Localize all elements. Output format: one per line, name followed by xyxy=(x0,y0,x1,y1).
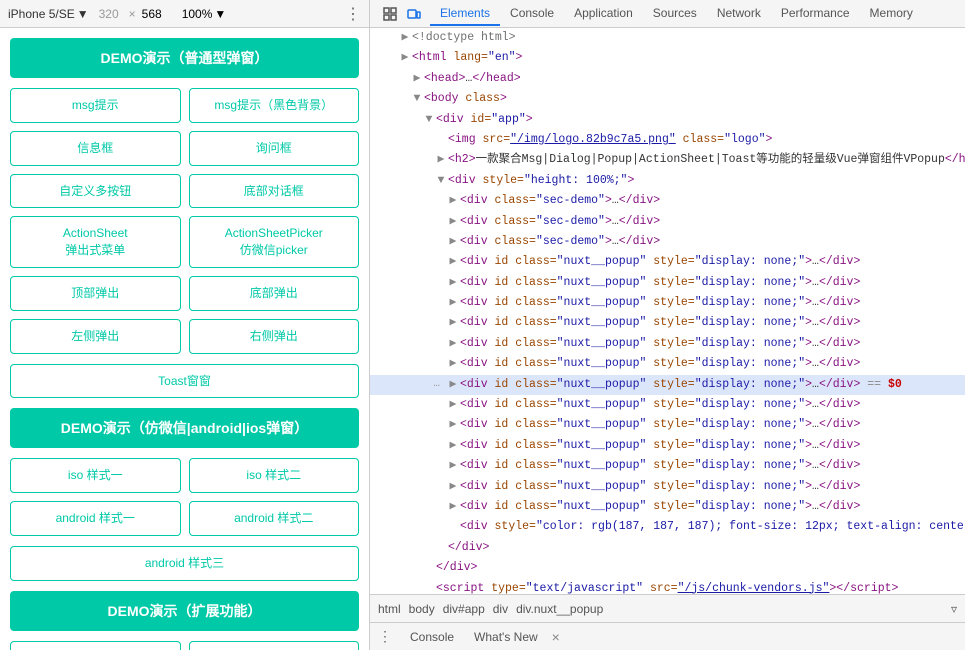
devtools-tab-bar: Elements Console Application Sources Net… xyxy=(370,0,965,28)
breadcrumb-div[interactable]: div xyxy=(493,602,508,616)
bottom-tab-whatsnew[interactable]: What's New xyxy=(468,628,544,646)
html-line-popup6: ▶ <div id class="nuxt__popup" style="dis… xyxy=(370,354,965,374)
btn-android-1[interactable]: android 样式一 xyxy=(10,501,181,536)
html-line-body: ▼ <body class> xyxy=(370,89,965,109)
html-line-popup2: ▶ <div id class="nuxt__popup" style="dis… xyxy=(370,273,965,293)
normal-buttons-grid: msg提示 msg提示（黑色背景） 信息框 询问框 自定义多按钮 底部对话框 A… xyxy=(10,88,359,354)
more-options-icon[interactable]: ⋮ xyxy=(345,4,361,24)
html-line-close-div2: ▶ </div> xyxy=(370,558,965,578)
devtools-bottom-bar: ⋮ Console What's New × xyxy=(370,622,965,650)
device-selector[interactable]: iPhone 5/SE ▼ xyxy=(8,7,89,21)
btn-info[interactable]: 信息框 xyxy=(10,131,181,166)
html-line-script1: ▶ <script type="text/javascript" src="/j… xyxy=(370,579,965,594)
html-line-popup-active[interactable]: … ▶ <div id class="nuxt__popup" style="d… xyxy=(370,375,965,395)
html-line-div-style: ▼ <div style="height: 100%;"> xyxy=(370,171,965,191)
simulator-toolbar: iPhone 5/SE ▼ 320 × 568 100% ▼ ⋮ xyxy=(0,0,369,28)
section-title-wechat: DEMO演示（仿微信|android|ios弹窗） xyxy=(10,408,359,448)
btn-msg-black[interactable]: msg提示（黑色背景） xyxy=(189,88,360,123)
html-line-popup12: ▶ <div id class="nuxt__popup" style="dis… xyxy=(370,497,965,517)
btn-custom-multi[interactable]: 自定义多按钮 xyxy=(10,174,181,209)
html-line-sec3: ▶ <div class="sec-demo">…</div> xyxy=(370,232,965,252)
html-line-popup4: ▶ <div id class="nuxt__popup" style="dis… xyxy=(370,313,965,333)
html-line-popup3: ▶ <div id class="nuxt__popup" style="dis… xyxy=(370,293,965,313)
section-title-extend: DEMO演示（扩展功能） xyxy=(10,591,359,631)
breadcrumb-bar: html body div#app div div.nuxt__popup ▿ xyxy=(370,594,965,622)
zoom-level[interactable]: 100% ▼ xyxy=(182,7,227,21)
html-line-sec1: ▶ <div class="sec-demo">…</div> xyxy=(370,191,965,211)
html-line-sec2: ▶ <div class="sec-demo">…</div> xyxy=(370,212,965,232)
mobile-simulator: iPhone 5/SE ▼ 320 × 568 100% ▼ ⋮ DEMO演示（… xyxy=(0,0,370,650)
tab-memory[interactable]: Memory xyxy=(860,2,923,26)
breadcrumb-app[interactable]: div#app xyxy=(443,602,485,616)
html-line-doctype: ▶ <!doctype html> xyxy=(370,28,965,48)
btn-android-2[interactable]: android 样式二 xyxy=(189,501,360,536)
html-line-head: ▶ <head>…</head> xyxy=(370,69,965,89)
html-line-popup1: ▶ <div id class="nuxt__popup" style="dis… xyxy=(370,252,965,272)
inspect-icon[interactable] xyxy=(380,4,400,24)
cursor-icon: ▿ xyxy=(951,602,957,616)
btn-msg[interactable]: msg提示 xyxy=(10,88,181,123)
html-line-popup5: ▶ <div id class="nuxt__popup" style="dis… xyxy=(370,334,965,354)
html-line-popup10: ▶ <div id class="nuxt__popup" style="dis… xyxy=(370,456,965,476)
bottom-dots-icon[interactable]: ⋮ xyxy=(378,628,392,645)
device-arrow: ▼ xyxy=(77,7,89,21)
tab-elements[interactable]: Elements xyxy=(430,2,500,26)
devtools-icon-group xyxy=(374,4,430,24)
dimension-x: × xyxy=(129,7,136,21)
btn-longpress-1[interactable]: 长按弹窗一 xyxy=(10,641,181,650)
btn-bottom-popup[interactable]: 底部弹出 xyxy=(189,276,360,311)
tab-sources[interactable]: Sources xyxy=(643,2,707,26)
btn-android-3[interactable]: android 样式三 xyxy=(10,546,359,581)
devtools-panel: Elements Console Application Sources Net… xyxy=(370,0,965,650)
btn-bottom-dialog[interactable]: 底部对话框 xyxy=(189,174,360,209)
tab-performance[interactable]: Performance xyxy=(771,2,860,26)
breadcrumb-popup[interactable]: div.nuxt__popup xyxy=(516,602,603,616)
btn-top-popup[interactable]: 顶部弹出 xyxy=(10,276,181,311)
tab-network[interactable]: Network xyxy=(707,2,771,26)
html-line-h2: ▶ <h2>一款聚合Msg|Dialog|Popup|ActionSheet|T… xyxy=(370,150,965,170)
toast-grid: Toast窗窗 xyxy=(10,364,359,399)
device-toggle-icon[interactable] xyxy=(404,4,424,24)
btn-action-sheet[interactable]: ActionSheet 弹出式菜单 xyxy=(10,216,181,268)
btn-right-popup[interactable]: 右侧弹出 xyxy=(189,319,360,354)
html-line-div-app: ▼ <div id="app"> xyxy=(370,110,965,130)
separator-1: 320 xyxy=(99,7,119,21)
html-line-img: ▶ <img src="/img/logo.82b9c7a5.png" clas… xyxy=(370,130,965,150)
btn-iso-1[interactable]: iso 样式一 xyxy=(10,458,181,493)
btn-left-popup[interactable]: 左侧弹出 xyxy=(10,319,181,354)
html-line-popup7: ▶ <div id class="nuxt__popup" style="dis… xyxy=(370,395,965,415)
breadcrumb-body[interactable]: body xyxy=(409,602,435,616)
dimension-height: 568 xyxy=(142,7,162,21)
bottom-tab-console[interactable]: Console xyxy=(404,628,460,646)
html-line-divider: ▶ <div style="color: rgb(187, 187, 187);… xyxy=(370,517,965,537)
html-line-popup11: ▶ <div id class="nuxt__popup" style="dis… xyxy=(370,477,965,497)
device-name: iPhone 5/SE xyxy=(8,7,75,21)
breadcrumb-html[interactable]: html xyxy=(378,602,401,616)
android3-grid: android 样式三 xyxy=(10,546,359,581)
tab-console[interactable]: Console xyxy=(500,2,564,26)
html-line-close-div1: ▶ </div> xyxy=(370,538,965,558)
btn-longpress-2[interactable]: 长按弹窗二 xyxy=(189,641,360,650)
html-line-html: ▶ <html lang="en"> xyxy=(370,48,965,68)
mobile-content-area: DEMO演示（普通型弹窗） msg提示 msg提示（黑色背景） 信息框 询问框 … xyxy=(0,28,369,650)
tab-application[interactable]: Application xyxy=(564,2,643,26)
btn-toast[interactable]: Toast窗窗 xyxy=(10,364,359,399)
extend-buttons-grid: 长按弹窗一 长按弹窗二 xyxy=(10,641,359,650)
btn-action-sheet-picker[interactable]: ActionSheetPicker 仿微信picker xyxy=(189,216,360,268)
wechat-buttons-grid: iso 样式一 iso 样式二 android 样式一 android 样式二 xyxy=(10,458,359,536)
html-tree: ▶ <!doctype html> ▶ <html lang="en"> ▶ <… xyxy=(370,28,965,594)
html-line-popup8: ▶ <div id class="nuxt__popup" style="dis… xyxy=(370,415,965,435)
section-title-normal: DEMO演示（普通型弹窗） xyxy=(10,38,359,78)
bottom-close-btn[interactable]: × xyxy=(552,629,560,645)
html-line-popup9: ▶ <div id class="nuxt__popup" style="dis… xyxy=(370,436,965,456)
btn-iso-2[interactable]: iso 样式二 xyxy=(189,458,360,493)
btn-ask[interactable]: 询问框 xyxy=(189,131,360,166)
